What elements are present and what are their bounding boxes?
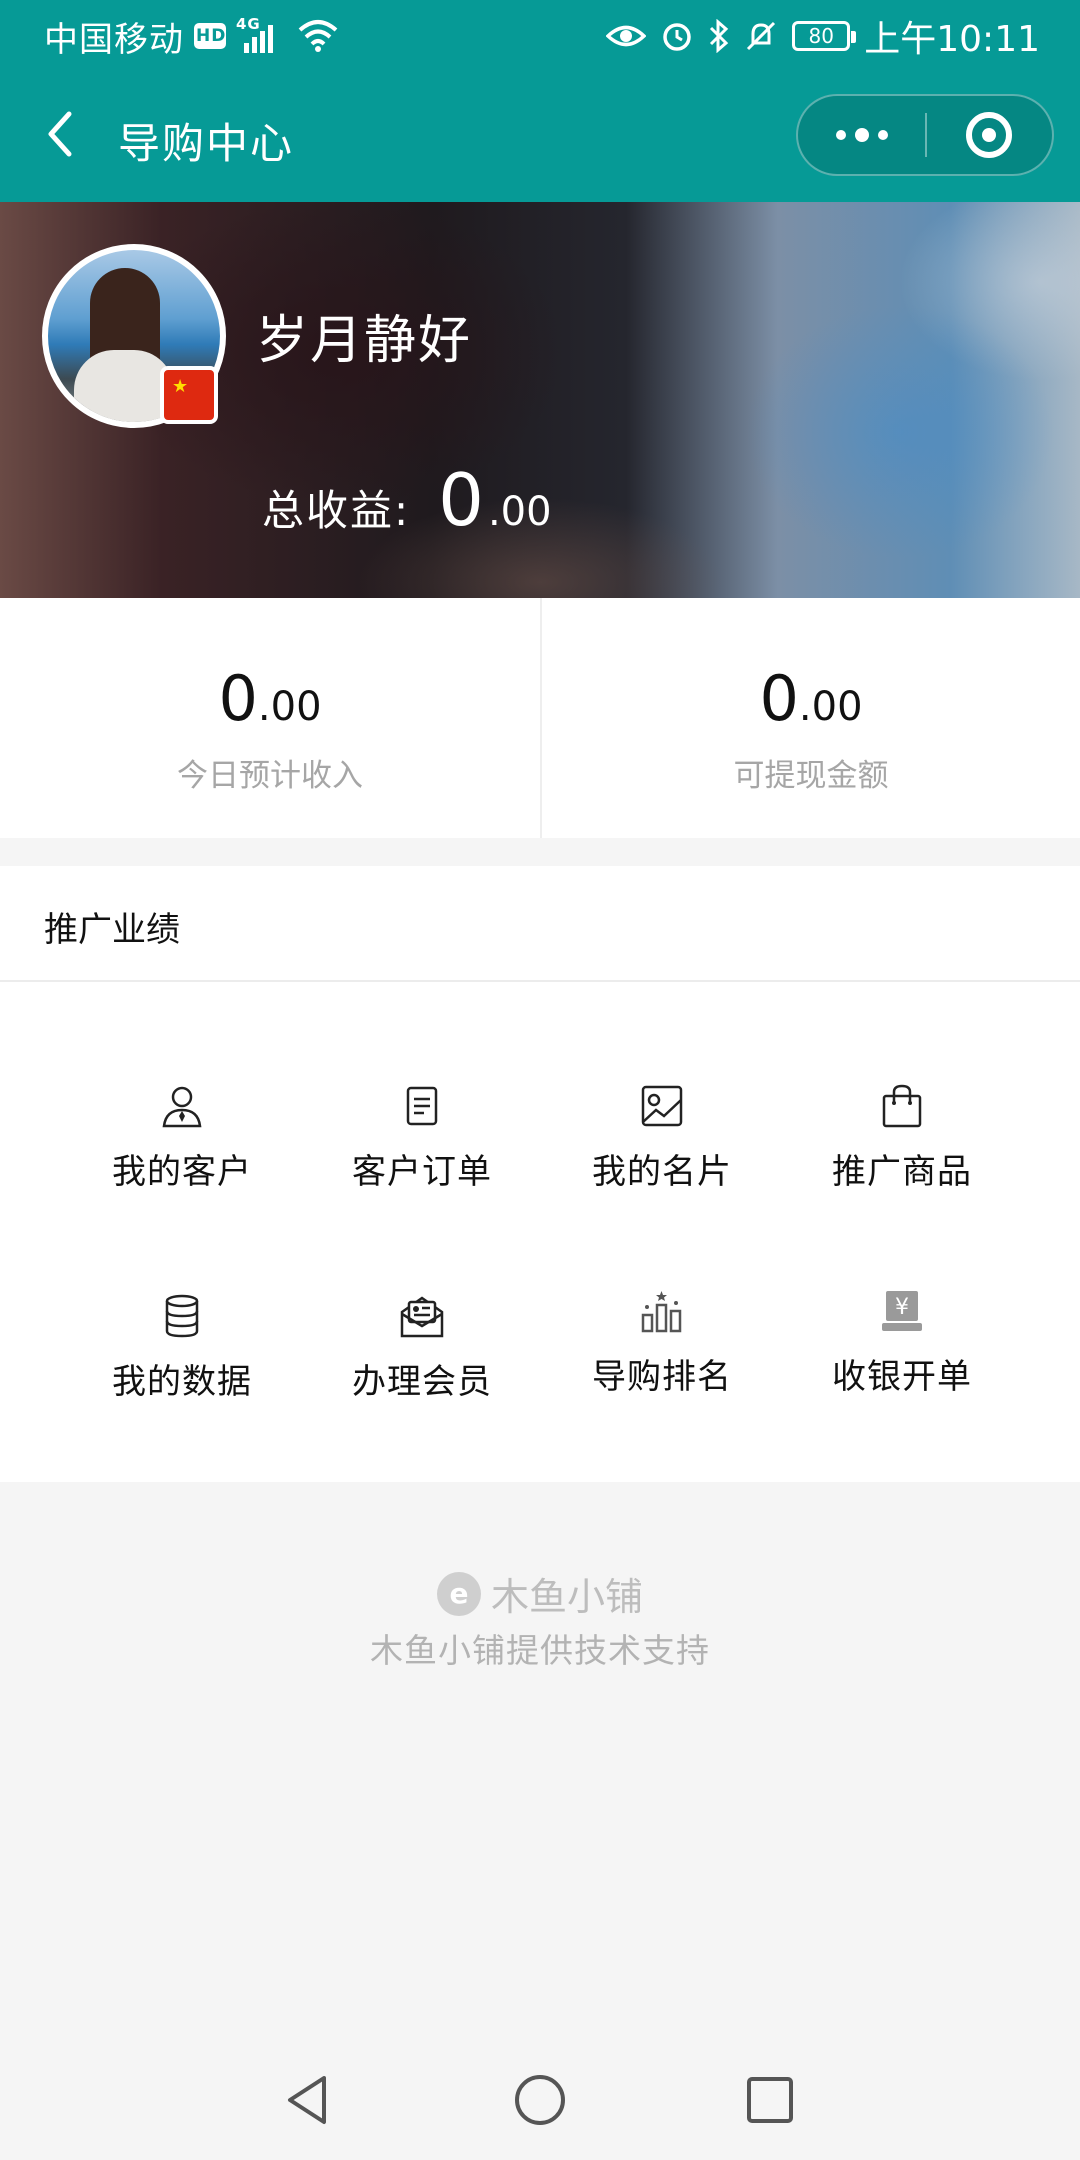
signal-icon: 4G [236, 15, 286, 55]
grid-item-label: 客户订单 [352, 1152, 492, 1192]
grid-item-my-data[interactable]: 我的数据 [62, 1292, 302, 1432]
target-icon [966, 112, 1013, 158]
grid-item-ranking[interactable]: 导购排名 [542, 1287, 782, 1427]
grid-item-label: 我的数据 [112, 1362, 252, 1402]
stat-value: 0.00 [218, 662, 322, 735]
grid-item-label: 收银开单 [832, 1357, 972, 1397]
footer-brand: e 木鱼小铺 [0, 1566, 1080, 1621]
nav-bar: 导购中心 [0, 72, 1080, 202]
carrier-name: 中国移动 [44, 19, 184, 60]
status-bar: 中国移动 HD 4G 80 上午10:11 [0, 0, 1080, 72]
grid-item-customer-orders[interactable]: 客户订单 [302, 1082, 542, 1222]
grid-item-my-customers[interactable]: 我的客户 [62, 1082, 302, 1222]
brand-name: 木鱼小铺 [490, 1575, 643, 1619]
close-miniprogram-button[interactable] [927, 96, 1052, 174]
nav-recents-icon[interactable] [740, 2070, 800, 2130]
svg-text:¥: ¥ [895, 1295, 909, 1320]
grid-item-label: 办理会员 [352, 1362, 492, 1402]
wifi-icon [298, 20, 338, 52]
earnings-stats: 0.00 今日预计收入 0.00 可提现金额 [0, 598, 1080, 838]
user-name: 岁月静好 [256, 311, 473, 371]
total-earnings-decimal: .00 [487, 489, 552, 535]
shopping-bag-icon [882, 1084, 922, 1128]
grid-item-label: 导购排名 [592, 1357, 732, 1397]
bluetooth-icon [710, 19, 729, 53]
total-earnings: 总收益: 0 .00 [262, 458, 552, 542]
status-left: 中国移动 HD 4G [44, 14, 340, 60]
grid-item-label: 我的名片 [592, 1152, 732, 1192]
grid-item-cashier[interactable]: ¥ 收银开单 [782, 1287, 1022, 1427]
total-earnings-label: 总收益: [262, 486, 411, 535]
miniprogram-capsule [796, 94, 1054, 176]
ranking-icon [641, 1291, 682, 1333]
database-icon [165, 1294, 199, 1338]
chevron-left-icon [48, 111, 72, 157]
status-right: 80 上午10:11 [606, 14, 1040, 60]
alarm-icon [663, 23, 691, 51]
eye-icon [606, 25, 647, 47]
page-title: 导购中心 [118, 119, 295, 168]
stat-today-income[interactable]: 0.00 今日预计收入 [0, 598, 540, 838]
grid-item-label: 我的客户 [112, 1152, 252, 1192]
brand-logo-icon: e [436, 1571, 481, 1616]
grid-item-business-card[interactable]: 我的名片 [542, 1082, 782, 1222]
system-nav-bar [0, 2040, 1080, 2160]
order-icon [406, 1086, 438, 1126]
total-earnings-integer: 0 [438, 458, 484, 542]
more-button[interactable] [798, 96, 925, 174]
battery-icon: 80 [792, 21, 857, 51]
section-header: 推广业绩 [0, 866, 1080, 982]
flag-icon: ★ [160, 366, 218, 424]
grid-item-label: 推广商品 [832, 1152, 972, 1192]
customer-icon [162, 1086, 202, 1128]
back-button[interactable] [32, 102, 88, 166]
hd-badge: HD [194, 23, 226, 49]
membership-icon [400, 1296, 444, 1338]
nav-back-icon[interactable] [278, 2070, 338, 2130]
section-title: 推广业绩 [44, 910, 180, 950]
tech-support-text: 木鱼小铺提供技术支持 [370, 1631, 710, 1670]
top-bar: 中国移动 HD 4G 80 上午10:11 导购中心 [0, 0, 1080, 202]
stat-label: 今日预计收入 [177, 758, 363, 794]
clock-time: 上午10:11 [864, 19, 1040, 60]
stat-label: 可提现金额 [733, 758, 889, 794]
cashier-icon: ¥ [882, 1291, 922, 1331]
grid-item-membership[interactable]: 办理会员 [302, 1292, 542, 1432]
grid-item-promoted-goods[interactable]: 推广商品 [782, 1082, 1022, 1222]
mute-bell-icon [747, 21, 776, 51]
function-grid: 我的客户 客户订单 我的名片 推广商品 我的数据 办理会员 导购排名 ¥ 收银开… [0, 982, 1080, 1482]
nav-home-icon[interactable] [510, 2070, 570, 2130]
stat-withdrawable[interactable]: 0.00 可提现金额 [540, 598, 1080, 838]
profile-banner: ★ 岁月静好 总收益: 0 .00 [0, 202, 1080, 598]
business-card-icon [641, 1085, 683, 1127]
stat-value: 0.00 [759, 662, 863, 735]
